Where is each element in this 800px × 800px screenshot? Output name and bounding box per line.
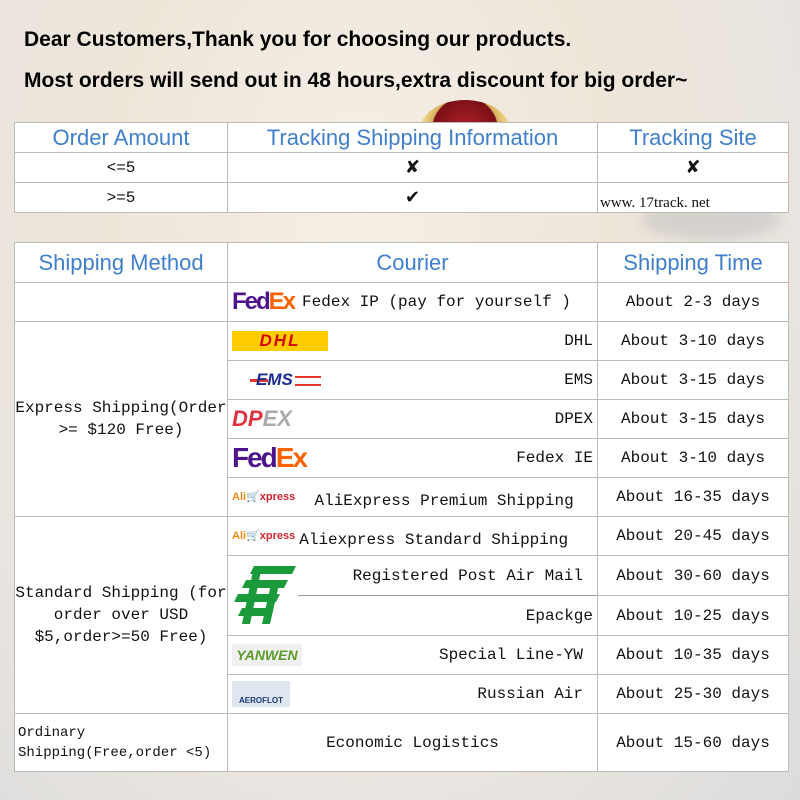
courier-name: DPEX [554, 410, 593, 428]
order-amount: >=5 [14, 182, 228, 213]
courier-name: EMS [564, 371, 593, 389]
shipping-time: About 15-60 days [597, 713, 789, 772]
courier-name: Registered Post Air Mail [298, 557, 597, 596]
check-icon: ✔ [227, 182, 598, 213]
cross-icon: ✘ [227, 152, 598, 183]
shipping-time: About 2-3 days [597, 282, 789, 322]
method-cell-empty [14, 282, 228, 322]
shipping-time: About 20-45 days [597, 516, 789, 556]
courier-name: Russian Air [477, 685, 583, 703]
shipping-time: About 3-15 days [597, 399, 789, 439]
header-tracking-site: Tracking Site [597, 122, 789, 153]
courier-name: Fedex IE [516, 449, 593, 467]
courier-name: Aliexpress Standard Shipping [299, 531, 569, 549]
courier-name: AliExpress Premium Shipping [314, 492, 574, 510]
cross-icon: ✘ [597, 152, 789, 183]
order-amount: <=5 [14, 152, 228, 183]
yanwen-logo: YANWEN [232, 644, 302, 666]
dpex-logo: DPEX [232, 406, 292, 431]
header-shipping-method: Shipping Method [14, 242, 228, 283]
shipping-time: About 10-25 days [597, 595, 789, 636]
header-order-amount: Order Amount [14, 122, 228, 153]
shipping-time: About 10-35 days [597, 635, 789, 675]
shipping-time: About 3-10 days [597, 438, 789, 478]
aeroflot-logo: AEROFLOT [232, 681, 290, 707]
header-tracking-info: Tracking Shipping Information [227, 122, 598, 153]
header-shipping-time: Shipping Time [597, 242, 789, 283]
header-courier: Courier [227, 242, 598, 283]
table-row: FedEx Fedex IP (pay for yourself ) About … [14, 282, 789, 322]
shipping-time: About 25-30 days [597, 674, 789, 714]
table-header-row: Order Amount Tracking Shipping Informati… [14, 122, 789, 153]
ems-logo: EMS [232, 370, 321, 390]
dhl-logo: DHL [232, 331, 328, 351]
courier-name: Special Line-YW [438, 646, 583, 664]
table-row: Ordinary Shipping(Free,order <5) Economi… [14, 713, 789, 772]
table-row: Standard Shipping (for order over USD $5… [14, 516, 789, 714]
method-standard: Standard Shipping (for order over USD $5… [14, 516, 228, 714]
shipping-notice-text: Most orders will send out in 48 hours,ex… [24, 69, 688, 92]
greeting-text: Dear Customers,Thank you for choosing ou… [24, 28, 572, 51]
table-row: Express Shipping(Order >= $120 Free) DHL… [14, 321, 789, 517]
fedex-logo: FedEx [232, 288, 296, 315]
shipping-time: About 30-60 days [597, 555, 789, 596]
shipping-table: Shipping Method Courier Shipping Time Fe… [14, 242, 789, 772]
aliexpress-logo: Ali🛒xpress [232, 491, 296, 503]
tracking-site-link[interactable]: www. 17track. net [597, 182, 789, 213]
courier-name: DHL [564, 332, 593, 350]
method-ordinary: Ordinary Shipping(Free,order <5) [14, 713, 228, 772]
shipping-time: About 3-15 days [597, 360, 789, 400]
table-row: <=5 ✘ ✘ [14, 152, 789, 183]
shipping-time: About 16-35 days [597, 477, 789, 517]
fedex-logo: FedEx [232, 442, 308, 473]
table-row: >=5 ✔ www. 17track. net [14, 182, 789, 213]
courier-name: Fedex IP (pay for yourself ) [302, 293, 571, 311]
tracking-table: Order Amount Tracking Shipping Informati… [14, 122, 789, 213]
courier-name: Economic Logistics [227, 713, 598, 772]
table-header-row: Shipping Method Courier Shipping Time [14, 242, 789, 283]
aliexpress-logo: Ali🛒xpress [232, 530, 296, 542]
shipping-time: About 3-10 days [597, 321, 789, 361]
china-post-logo [234, 566, 296, 624]
method-express: Express Shipping(Order >= $120 Free) [14, 321, 228, 517]
